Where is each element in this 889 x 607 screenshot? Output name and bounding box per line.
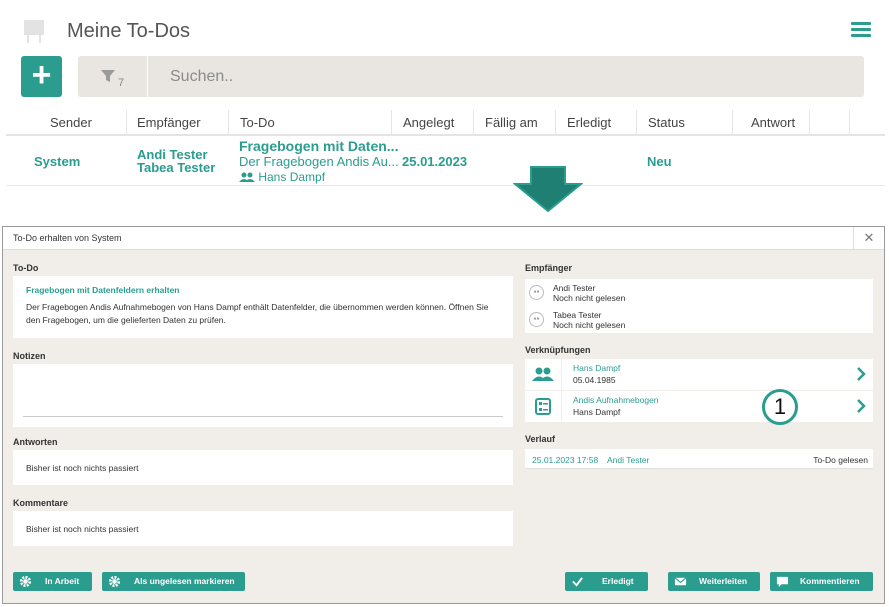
link-item-form[interactable]: Andis Aufnahmebogen Hans Dampf: [525, 391, 873, 422]
history-item: 25.01.2023 17:58 Andi Tester To-Do geles…: [525, 449, 873, 469]
unread-icon: ●●: [529, 285, 544, 300]
column-header-todo[interactable]: To-Do: [240, 115, 275, 130]
annotation-marker: 1: [762, 389, 798, 425]
in-progress-label: In Arbeit: [45, 576, 80, 586]
chevron-right-icon[interactable]: [856, 366, 866, 382]
comments-section-label: Kommentare: [13, 498, 69, 508]
close-icon[interactable]: ✕: [853, 227, 884, 250]
link-item-person[interactable]: Hans Dampf 05.04.1985: [525, 359, 873, 390]
link-subtitle: 05.04.1985: [573, 375, 616, 385]
gear-icon: [19, 575, 32, 588]
people-icon: [239, 172, 255, 182]
unread-icon: ●●: [529, 312, 544, 327]
mark-unread-button[interactable]: Als ungelesen markieren: [102, 572, 245, 591]
answers-empty-text: Bisher ist noch nichts passiert: [26, 463, 139, 473]
column-header-sender[interactable]: Sender: [50, 115, 92, 130]
chevron-right-icon[interactable]: [856, 398, 866, 414]
notes-input[interactable]: [13, 364, 513, 427]
form-icon: [535, 398, 551, 415]
todo-title: Fragebogen mit Datenfeldern erhalten: [26, 285, 180, 295]
column-header-answer[interactable]: Antwort: [751, 115, 795, 130]
recipient-status: Noch nicht gelesen: [553, 320, 626, 330]
mark-unread-label: Als ungelesen markieren: [134, 576, 235, 586]
easel-icon: [24, 20, 44, 43]
link-title: Hans Dampf: [573, 363, 621, 373]
filter-icon: [101, 70, 115, 82]
check-icon: [572, 577, 583, 587]
answers-box: Bisher ist noch nichts passiert: [13, 450, 513, 485]
todo-section-label: To-Do: [13, 263, 39, 273]
recipient-status: Noch nicht gelesen: [553, 293, 626, 303]
in-progress-button[interactable]: In Arbeit: [13, 572, 92, 591]
link-subtitle: Hans Dampf: [573, 407, 621, 417]
table-row[interactable]: System Andi Tester Tabea Tester Fragebog…: [6, 136, 885, 186]
page-title: Meine To-Dos: [67, 20, 191, 42]
history-action: To-Do gelesen: [813, 455, 868, 465]
comments-box: Bisher ist noch nichts passiert: [13, 511, 513, 546]
recipients-section-label: Empfänger: [525, 263, 573, 273]
hamburger-icon[interactable]: [851, 22, 871, 38]
answers-section-label: Antworten: [13, 437, 58, 447]
forward-button[interactable]: Weiterleiten: [668, 572, 760, 591]
filter-count: 7: [118, 77, 125, 89]
todo-text: Der Fragebogen Andis Aufnahmebogen von H…: [26, 302, 489, 325]
history-section-label: Verlauf: [525, 434, 556, 444]
add-todo-button[interactable]: +: [21, 56, 62, 97]
cell-todo-title: Fragebogen mit Daten...: [239, 138, 399, 154]
cell-todo-person: Hans Dampf: [239, 170, 325, 184]
comment-icon: [776, 576, 789, 588]
cell-recipient: Tabea Tester: [137, 160, 216, 175]
cell-status: Neu: [647, 154, 672, 169]
table-header: Sender Empfänger To-Do Angelegt Fällig a…: [6, 110, 885, 136]
links-section-label: Verknüpfungen: [525, 345, 591, 355]
forward-label: Weiterleiten: [699, 576, 748, 586]
column-header-due[interactable]: Fällig am: [485, 115, 538, 130]
filter-button[interactable]: 7: [78, 56, 148, 97]
dialog-header: To-Do erhalten von System ✕: [3, 227, 884, 250]
recipient-item: ●● Andi Tester Noch nicht gelesen: [525, 279, 873, 306]
recipient-name: Tabea Tester: [553, 310, 602, 320]
done-button[interactable]: Erledigt: [565, 572, 648, 591]
comments-empty-text: Bisher ist noch nichts passiert: [26, 524, 139, 534]
cell-todo-description: Der Fragebogen Andis Au...: [239, 154, 399, 169]
history-date: 25.01.2023 17:58: [532, 455, 599, 465]
column-header-done[interactable]: Erledigt: [567, 115, 611, 130]
notes-section-label: Notizen: [13, 351, 46, 361]
column-header-status[interactable]: Status: [648, 115, 685, 130]
recipient-name: Andi Tester: [553, 283, 596, 293]
search-input[interactable]: [170, 65, 850, 89]
cell-sender: System: [34, 154, 81, 169]
todo-detail-dialog: To-Do erhalten von System ✕ To-Do Frageb…: [2, 226, 885, 604]
people-icon: [532, 367, 554, 381]
arrow-down-icon: [513, 166, 583, 212]
column-header-recipient[interactable]: Empfänger: [137, 115, 201, 130]
column-header-created[interactable]: Angelegt: [403, 115, 454, 130]
history-user: Andi Tester: [607, 455, 650, 465]
comment-button[interactable]: Kommentieren: [770, 572, 873, 591]
envelope-icon: [674, 577, 687, 586]
todo-person-name: Hans Dampf: [258, 170, 326, 184]
done-label: Erledigt: [602, 576, 634, 586]
search-bar: 7: [78, 56, 864, 97]
dialog-title: To-Do erhalten von System: [13, 233, 122, 243]
todo-content-box: Fragebogen mit Datenfeldern erhalten Der…: [13, 276, 513, 338]
recipient-item: ●● Tabea Tester Noch nicht gelesen: [525, 306, 873, 333]
cell-created: 25.01.2023: [402, 154, 468, 169]
comment-label: Kommentieren: [800, 576, 860, 586]
link-title: Andis Aufnahmebogen: [573, 395, 659, 405]
gear-icon: [108, 575, 121, 588]
todo-list-screen: Meine To-Dos + 7 Sender Empfänger To-Do …: [6, 4, 885, 188]
